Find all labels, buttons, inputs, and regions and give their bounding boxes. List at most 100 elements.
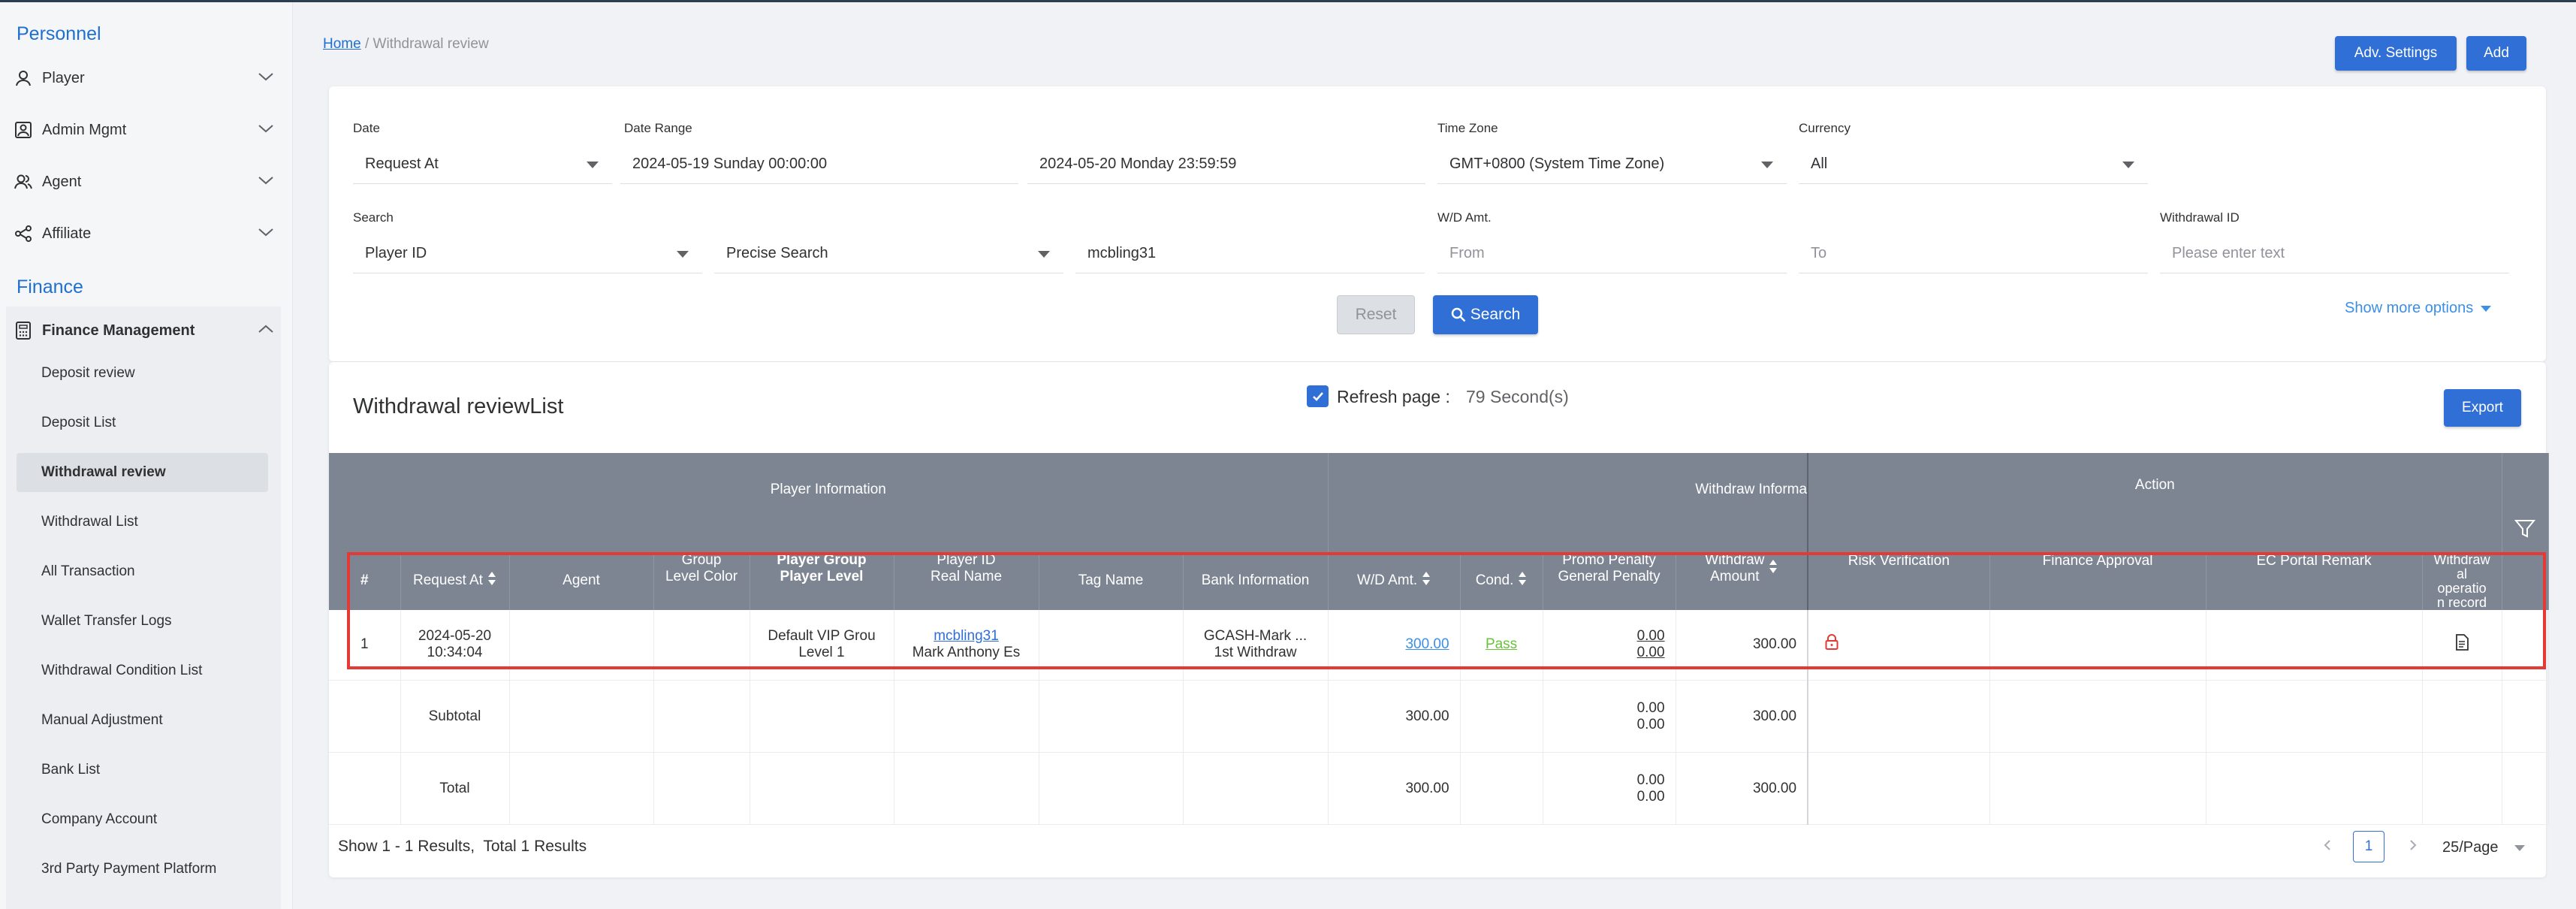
sidebar-item-affiliate[interactable]: Affiliate [14, 215, 280, 252]
column-label-line2: General Penalty [1558, 569, 1661, 584]
column-filter-button[interactable] [2502, 453, 2549, 610]
caret-down-icon [2122, 162, 2134, 168]
caret-down-icon [2514, 845, 2525, 851]
sidebar-item-label: Affiliate [42, 225, 92, 242]
breadcrumb-home-link[interactable]: Home [323, 36, 361, 52]
column-label-line2: Level Color [665, 569, 738, 584]
add-button[interactable]: Add [2466, 36, 2526, 71]
date-type-select[interactable]: Request At [353, 145, 612, 184]
subtotal-withdraw-amount: 300.00 [1676, 680, 1809, 753]
column-label-line2: Real Name [930, 569, 1003, 584]
timezone-label: Time Zone [1437, 121, 1498, 135]
row-filler [2502, 609, 2549, 681]
sidebar-item-deposit-list[interactable]: Deposit List [17, 403, 268, 442]
general-penalty-link[interactable]: 0.00 [1637, 645, 1665, 660]
row-player-group: Default VIP Grou Level 1 [750, 609, 894, 681]
column-label-line3: operatio [2437, 580, 2487, 596]
subtotal-penalty: 0.00 0.00 [1543, 680, 1676, 753]
chevron-down-icon [258, 69, 274, 86]
sidebar-item-3rd-party-payment[interactable]: 3rd Party Payment Platform [17, 850, 268, 889]
user-icon [14, 68, 33, 88]
refresh-countdown: 79 Second(s) [1466, 387, 1569, 406]
sidebar-item-withdrawal-condition-list[interactable]: Withdrawal Condition List [17, 651, 268, 690]
adv-settings-button[interactable]: Adv. Settings [2335, 36, 2457, 71]
sort-icon [487, 570, 496, 591]
table-subtotal-row: Subtotal 300.00 0.00 0.00 300.00 [329, 680, 2549, 753]
action-header: Action [1808, 453, 2502, 553]
column-label-line1: Player ID [937, 552, 996, 568]
prev-page-button[interactable] [2322, 838, 2333, 857]
filter-icon [2514, 520, 2536, 538]
sort-icon [1518, 570, 1527, 591]
row-player-id: mcbling31 Mark Anthony Es [894, 609, 1039, 681]
withdrawal-id-label: Withdrawal ID [2160, 210, 2240, 225]
total-general-penalty: 0.00 [1636, 788, 1665, 805]
sidebar-item-finance-management[interactable]: Finance Management [14, 312, 280, 349]
sidebar-item-deposit-review[interactable]: Deposit review [17, 354, 268, 393]
caret-down-icon [677, 251, 689, 258]
table-row: 1 2024-05-20 10:34:04 Default VIP Grou Lev… [329, 609, 2549, 681]
search-mode-select[interactable]: Precise Search [714, 234, 1063, 273]
column-player-id: Player ID Real Name [894, 552, 1039, 610]
sidebar-item-bank-list[interactable]: Bank List [17, 750, 268, 790]
wd-amt-link[interactable]: 300.00 [1405, 636, 1449, 652]
sidebar-item-manual-adjustment[interactable]: Manual Adjustment [17, 701, 268, 740]
promo-penalty-link[interactable]: 0.00 [1637, 628, 1665, 644]
page-number-button[interactable]: 1 [2353, 831, 2384, 862]
table-total-row: Total 300.00 0.00 0.00 300.00 [329, 752, 2549, 825]
calculator-icon [14, 321, 33, 340]
show-more-label: Show more options [2345, 300, 2474, 316]
top-border [0, 0, 2576, 2]
sidebar-item-admin-mgmt[interactable]: Admin Mgmt [14, 111, 280, 149]
refresh-checkbox[interactable] [1307, 385, 1329, 407]
list-title: Withdrawal reviewList [353, 394, 564, 418]
column-withdraw-amount[interactable]: Withdraw Amount [1676, 552, 1809, 610]
column-agent: Agent [509, 552, 654, 610]
reset-button[interactable]: Reset [1337, 295, 1415, 334]
player-id-link[interactable]: mcbling31 [934, 628, 999, 644]
export-button[interactable]: Export [2444, 389, 2521, 427]
page-size-select[interactable]: 25/Page [2432, 831, 2534, 864]
player-group: Default VIP Grou [768, 628, 876, 645]
wd-amt-to-input[interactable]: To [1799, 234, 2148, 273]
timezone-select[interactable]: GMT+0800 (System Time Zone) [1437, 145, 1787, 184]
currency-select[interactable]: All [1799, 145, 2148, 184]
search-mode-value: Precise Search [726, 245, 828, 261]
bank-withdraw-count: 1st Withdraw [1214, 645, 1297, 661]
sidebar-item-agent[interactable]: Agent [14, 163, 280, 201]
sidebar-item-withdrawal-list[interactable]: Withdrawal List [17, 503, 268, 542]
document-icon[interactable] [2455, 634, 2469, 654]
column-penalty: Promo Penalty General Penalty [1543, 552, 1676, 610]
withdraw-information-label: Withdraw Informa [1695, 482, 1808, 497]
column-label-line1: Withdraw [1705, 552, 1765, 568]
currency-value: All [1811, 156, 1828, 172]
wd-amt-from-input[interactable]: From [1437, 234, 1787, 273]
sidebar-item-player[interactable]: Player [14, 59, 280, 97]
bank-name: GCASH-Mark ... [1203, 628, 1308, 645]
sidebar-item-withdrawal-review[interactable]: Withdrawal review [17, 453, 268, 492]
date-to-input[interactable]: 2024-05-20 Monday 23:59:59 [1027, 145, 1425, 184]
date-from-input[interactable]: 2024-05-19 Sunday 00:00:00 [620, 145, 1018, 184]
sort-icon [1422, 570, 1431, 591]
cond-pass-link[interactable]: Pass [1486, 636, 1517, 652]
chevron-down-icon [258, 121, 274, 138]
show-more-options-link[interactable]: Show more options [2345, 300, 2491, 317]
next-page-button[interactable] [2408, 838, 2418, 857]
column-wd-amt[interactable]: W/D Amt. [1328, 552, 1461, 610]
sidebar-item-wallet-transfer-logs[interactable]: Wallet Transfer Logs [17, 602, 268, 641]
lock-icon[interactable] [1825, 634, 1838, 654]
sidebar-item-label: Player [42, 69, 85, 86]
caret-down-icon [1038, 251, 1050, 258]
sidebar-item-all-transaction[interactable]: All Transaction [17, 552, 268, 591]
column-request-at[interactable]: Request At [400, 552, 510, 610]
sidebar-section-personnel: Personnel [17, 23, 101, 44]
search-input[interactable]: mcbling31 [1075, 234, 1425, 273]
withdrawal-id-input[interactable]: Please enter text [2160, 234, 2509, 273]
search-button[interactable]: Search [1433, 295, 1538, 334]
column-wd-amt-label: W/D Amt. [1356, 572, 1418, 589]
player-level: Level 1 [798, 645, 845, 661]
search-icon [1451, 307, 1466, 322]
sidebar-item-company-account[interactable]: Company Account [17, 800, 268, 839]
search-field-select[interactable]: Player ID [353, 234, 702, 273]
column-cond[interactable]: Cond. [1460, 552, 1543, 610]
